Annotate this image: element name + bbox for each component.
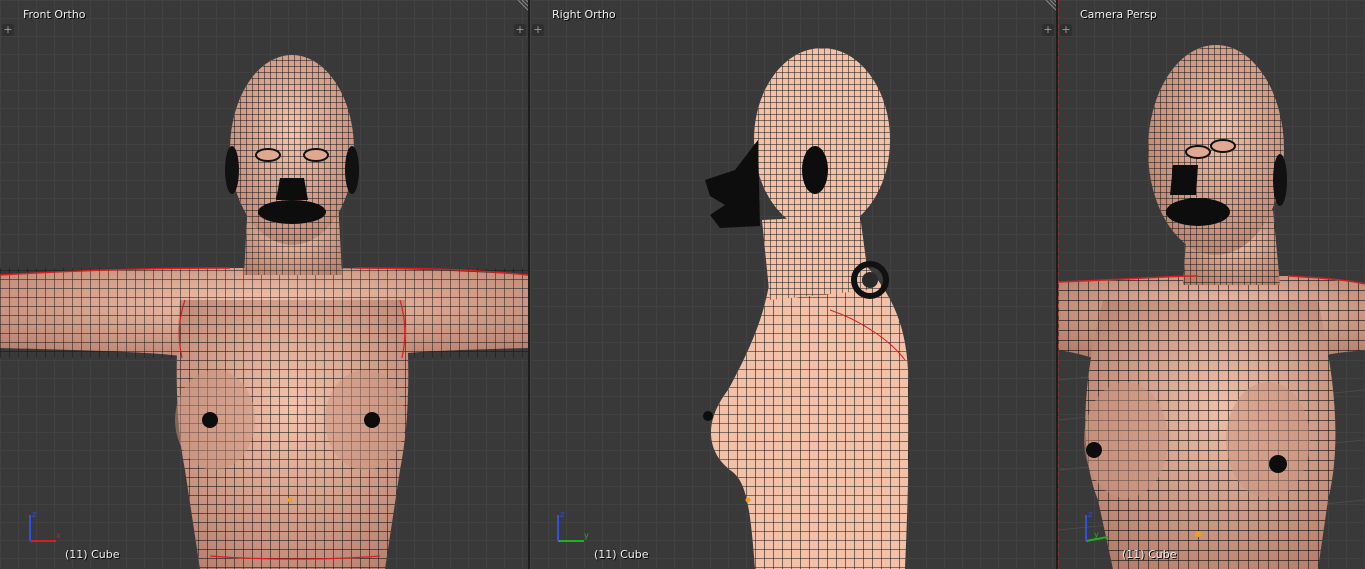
toolshelf-plus-icon[interactable]: + [532, 24, 544, 36]
axis-z-label: z [32, 510, 36, 519]
viewport-front-ortho[interactable]: Front Ortho + + x z (11) Cube [0, 0, 528, 569]
axis-y-label: y [584, 531, 589, 540]
mesh-camera-view[interactable] [1058, 0, 1365, 569]
active-object-label: (11) Cube [1122, 548, 1177, 561]
mesh-front-view[interactable] [0, 0, 528, 569]
view-name-label: Camera Persp [1080, 8, 1157, 21]
toolshelf-plus-icon[interactable]: + [2, 24, 14, 36]
axis-gizmo-icon: y z [557, 510, 589, 542]
axis-z-label: z [560, 510, 564, 519]
active-object-label: (11) Cube [594, 548, 649, 561]
properties-plus-icon[interactable]: + [514, 24, 526, 36]
view-name-label: Right Ortho [552, 8, 616, 21]
corner-grip-icon[interactable] [516, 0, 528, 12]
corner-grip-icon[interactable] [1044, 0, 1056, 12]
viewport-area: Front Ortho + + x z (11) Cube Right Orth… [0, 0, 1365, 569]
toolshelf-plus-icon[interactable]: + [1060, 24, 1072, 36]
active-object-label: (11) Cube [65, 548, 120, 561]
properties-plus-icon[interactable]: + [1042, 24, 1054, 36]
axis-gizmo-icon: x z [29, 510, 61, 542]
viewport-right-ortho[interactable]: Right Ortho + + y z (11) Cube [530, 0, 1056, 569]
mesh-side-view[interactable] [530, 0, 1056, 569]
view-name-label: Front Ortho [23, 8, 86, 21]
axis-gizmo-icon: y z [1085, 510, 1109, 542]
axis-x-label: x [56, 531, 61, 540]
viewport-camera-persp[interactable]: Camera Persp + y z (11) Cube [1058, 0, 1365, 569]
axis-z-label: z [1088, 510, 1092, 519]
axis-y-label: y [1094, 530, 1099, 539]
